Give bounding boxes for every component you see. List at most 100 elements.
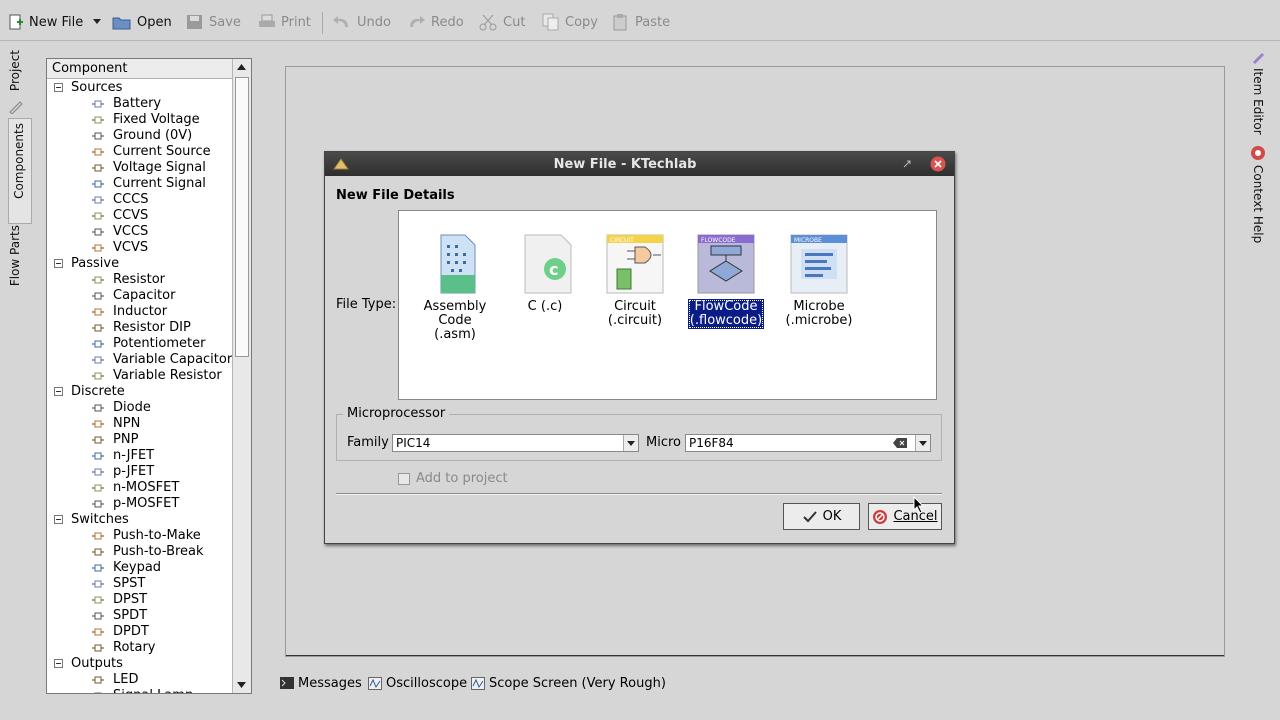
redo-button[interactable]: Redo	[406, 9, 464, 35]
tree-item[interactable]: Battery	[47, 96, 233, 112]
print-button[interactable]: Print	[258, 9, 311, 35]
tree-category[interactable]: Sources	[47, 80, 233, 96]
tree-item[interactable]: CCCS	[47, 192, 233, 208]
collapse-toggle-icon[interactable]	[54, 259, 63, 268]
tab-oscilloscope[interactable]: Oscilloscope	[368, 674, 467, 692]
tree-item[interactable]: Signal Lamp	[47, 688, 233, 693]
tree-item[interactable]: n-MOSFET	[47, 480, 233, 496]
copy-label: Copy	[565, 14, 598, 30]
assembly-label-line2: Code	[438, 313, 472, 328]
context-help-icon	[1251, 146, 1265, 160]
tree-item[interactable]: Variable Resistor	[47, 368, 233, 384]
micro-combo[interactable]: P16F84	[685, 434, 931, 452]
paste-label: Paste	[635, 14, 671, 30]
file-type-microbe[interactable]: MICROBE Microbe (.microbe)	[779, 233, 859, 329]
tree-item[interactable]: SPST	[47, 576, 233, 592]
tree-item[interactable]: Resistor DIP	[47, 320, 233, 336]
component-column-header[interactable]: Component	[47, 59, 233, 79]
collapse-toggle-icon[interactable]	[54, 83, 63, 92]
component-icon	[91, 290, 105, 302]
assembly-file-icon	[425, 233, 485, 295]
tree-category-label: Switches	[71, 512, 129, 527]
component-scrollbar[interactable]	[232, 59, 251, 693]
tab-flow-parts[interactable]: Flow Parts	[8, 225, 30, 307]
tree-item[interactable]: Resistor	[47, 272, 233, 288]
tree-item[interactable]: Current Source	[47, 144, 233, 160]
checkbox-box[interactable]	[398, 472, 410, 485]
tree-item[interactable]: DPDT	[47, 624, 233, 640]
tree-item[interactable]: PNP	[47, 432, 233, 448]
tree-category[interactable]: Passive	[47, 256, 233, 272]
tree-item[interactable]: VCCS	[47, 224, 233, 240]
tree-item[interactable]: SPDT	[47, 608, 233, 624]
new-file-button[interactable]: New File	[8, 9, 83, 35]
checkmark-icon	[802, 510, 817, 522]
tab-context-help[interactable]: Context Help	[1250, 145, 1268, 245]
tab-scope-screen[interactable]: Scope Screen (Very Rough)	[471, 674, 666, 692]
file-type-c[interactable]: c C (.c)	[505, 233, 585, 315]
tree-item[interactable]: Push-to-Make	[47, 528, 233, 544]
save-button[interactable]: Save	[186, 9, 241, 35]
cancel-button[interactable]: Cancel	[868, 503, 942, 530]
tree-item[interactable]: p-JFET	[47, 464, 233, 480]
tree-category[interactable]: Outputs	[47, 656, 233, 672]
new-file-dropdown[interactable]	[92, 9, 102, 35]
close-icon[interactable]	[930, 156, 946, 172]
chevron-down-icon[interactable]	[623, 435, 638, 451]
maximize-icon[interactable]	[902, 159, 912, 169]
tree-item[interactable]: Diode	[47, 400, 233, 416]
tree-item[interactable]: NPN	[47, 416, 233, 432]
tree-category[interactable]: Discrete	[47, 384, 233, 400]
collapse-toggle-icon[interactable]	[54, 659, 63, 668]
tab-item-editor[interactable]: Item Editor	[1250, 50, 1268, 140]
tree-item-label: Rotary	[113, 640, 156, 655]
tree-item[interactable]: DPST	[47, 592, 233, 608]
file-type-flowcode[interactable]: FLOWCODE FlowCode (.flowcode)	[686, 233, 766, 329]
tree-item-label: SPST	[113, 576, 146, 591]
tree-item[interactable]: Capacitor	[47, 288, 233, 304]
tree-item[interactable]: Potentiometer	[47, 336, 233, 352]
tree-item[interactable]: CCVS	[47, 208, 233, 224]
tree-item[interactable]: Voltage Signal	[47, 160, 233, 176]
copy-button[interactable]: Copy	[542, 9, 598, 35]
ok-button[interactable]: OK	[783, 503, 860, 530]
tree-item[interactable]: Ground (0V)	[47, 128, 233, 144]
item-editor-icon	[1253, 53, 1264, 64]
tree-item[interactable]: Rotary	[47, 640, 233, 656]
dialog-title-bar[interactable]: New File - KTechlab	[325, 152, 954, 176]
add-to-project-checkbox[interactable]: Add to project	[398, 471, 508, 486]
tree-item[interactable]: Current Signal	[47, 176, 233, 192]
tree-item[interactable]: VCVS	[47, 240, 233, 256]
chevron-down-icon[interactable]	[915, 435, 930, 451]
collapse-toggle-icon[interactable]	[54, 387, 63, 396]
tree-item-label: p-JFET	[113, 464, 155, 479]
tree-item[interactable]: LED	[47, 672, 233, 688]
cut-button[interactable]: Cut	[478, 9, 525, 35]
tree-item[interactable]: n-JFET	[47, 448, 233, 464]
file-type-circuit[interactable]: CIRCUIT Circuit (.circuit)	[595, 233, 675, 329]
microprocessor-group-title: Microprocessor	[343, 406, 450, 421]
micro-label: Micro	[646, 435, 681, 450]
microbe-file-icon: MICROBE	[789, 233, 849, 295]
tree-item[interactable]: Push-to-Break	[47, 544, 233, 560]
file-type-assembly[interactable]: Assembly Code (.asm)	[415, 233, 495, 343]
collapse-toggle-icon[interactable]	[54, 515, 63, 524]
open-button[interactable]: Open	[112, 9, 172, 35]
scrollbar-thumb[interactable]	[235, 77, 249, 357]
tab-components[interactable]: Components	[8, 118, 32, 224]
tree-item[interactable]: Inductor	[47, 304, 233, 320]
family-select[interactable]: PIC14	[392, 434, 639, 452]
tree-item-label: DPST	[113, 592, 148, 607]
clear-text-icon[interactable]	[892, 437, 908, 449]
undo-button[interactable]: Undo	[332, 9, 391, 35]
tree-item[interactable]: Keypad	[47, 560, 233, 576]
tab-messages[interactable]: Messages	[280, 674, 362, 692]
tree-item[interactable]: Variable Capacitor	[47, 352, 233, 368]
tree-category[interactable]: Switches	[47, 512, 233, 528]
paste-button[interactable]: Paste	[612, 9, 670, 35]
scope-screen-icon	[471, 676, 485, 690]
tree-item[interactable]: p-MOSFET	[47, 496, 233, 512]
tree-item[interactable]: Fixed Voltage	[47, 112, 233, 128]
component-icon	[91, 98, 105, 110]
tab-project[interactable]: Project	[8, 50, 30, 98]
